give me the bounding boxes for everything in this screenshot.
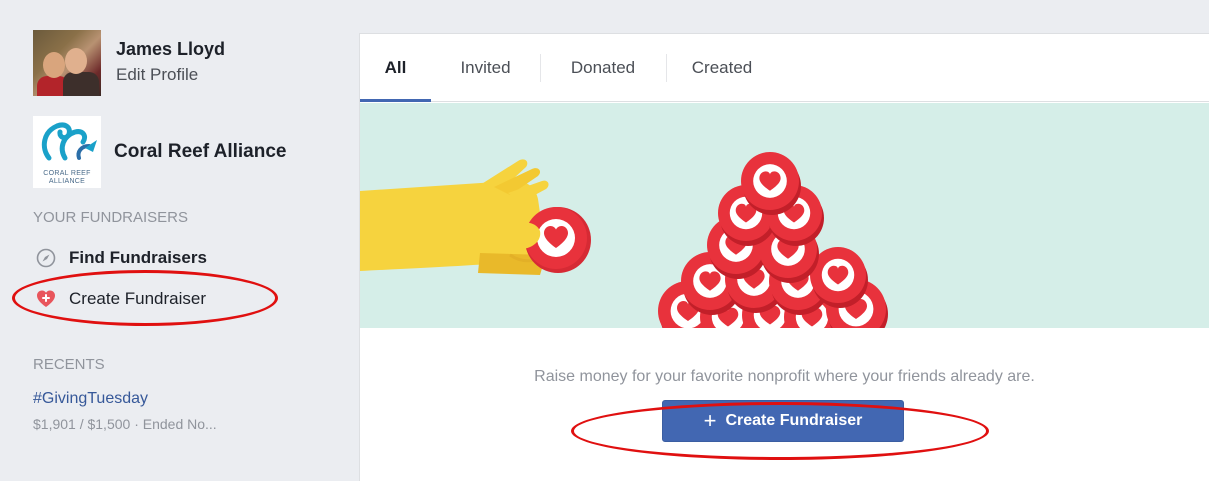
tab-bar: All Invited Donated Created bbox=[360, 34, 1209, 102]
tab-all[interactable]: All bbox=[360, 34, 431, 102]
edit-profile-link[interactable]: Edit Profile bbox=[116, 65, 225, 85]
create-fundraiser-sidebar-label: Create Fundraiser bbox=[69, 289, 207, 308]
organization-link[interactable]: CORAL REEF ALLIANCE Coral Reef Alliance bbox=[33, 116, 286, 188]
create-fundraiser-sidebar-link[interactable]: Create Fundraiser bbox=[36, 289, 206, 309]
plus-icon: + bbox=[703, 408, 717, 433]
organization-name[interactable]: Coral Reef Alliance bbox=[114, 141, 286, 163]
profile-name[interactable]: James Lloyd bbox=[116, 39, 225, 60]
tab-created[interactable]: Created bbox=[666, 34, 778, 102]
recent-fundraiser-link[interactable]: #GivingTuesday bbox=[33, 390, 148, 408]
heart-plus-icon bbox=[36, 289, 56, 309]
fundraiser-hero-illustration bbox=[360, 103, 1209, 328]
recent-fundraiser-progress: $1,901 / $1,500 · Ended No... bbox=[33, 416, 217, 432]
your-fundraisers-heading: YOUR FUNDRAISERS bbox=[33, 209, 189, 226]
fundraiser-prompt: Raise money for your favorite nonprofit … bbox=[534, 368, 1035, 385]
avatar[interactable] bbox=[33, 30, 101, 96]
create-fundraiser-button-label: Create Fundraiser bbox=[725, 412, 863, 429]
profile-link[interactable]: James Lloyd Edit Profile bbox=[33, 30, 225, 96]
find-fundraisers-link[interactable]: Find Fundraisers bbox=[36, 248, 207, 268]
recents-heading: RECENTS bbox=[33, 356, 105, 373]
tab-invited[interactable]: Invited bbox=[431, 34, 540, 102]
compass-icon bbox=[36, 248, 56, 268]
coral-reef-alliance-logo[interactable]: CORAL REEF ALLIANCE bbox=[33, 116, 101, 188]
tab-donated[interactable]: Donated bbox=[540, 34, 666, 102]
find-fundraisers-label: Find Fundraisers bbox=[69, 248, 207, 267]
create-fundraiser-button[interactable]: + Create Fundraiser bbox=[662, 400, 904, 442]
fundraisers-card: All Invited Donated Created Raise money … bbox=[359, 33, 1209, 481]
left-sidebar: James Lloyd Edit Profile CORAL REEF ALLI… bbox=[0, 0, 345, 481]
